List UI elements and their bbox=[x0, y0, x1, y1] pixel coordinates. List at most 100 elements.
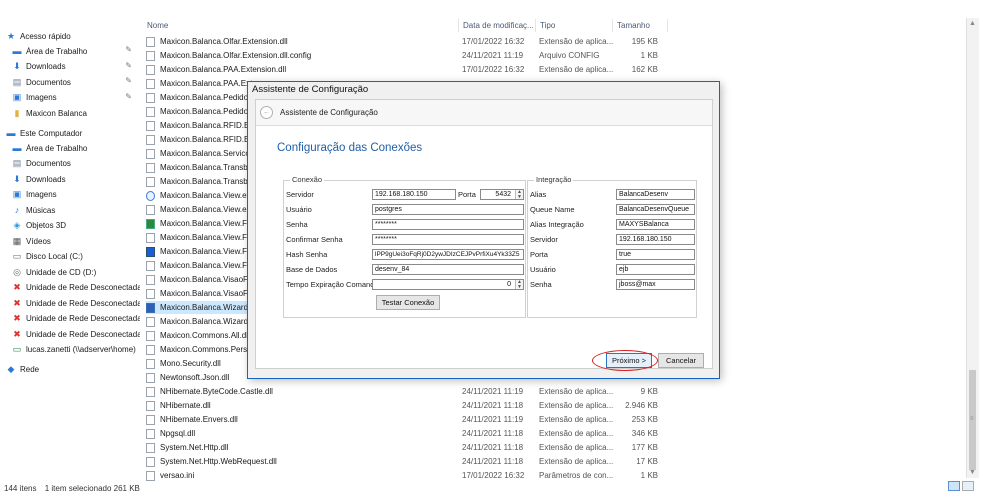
cancel-button[interactable]: Cancelar bbox=[658, 353, 704, 368]
nav-network[interactable]: ◆ Rede bbox=[6, 362, 140, 376]
server-label: Servidor bbox=[286, 190, 314, 199]
file-date: 24/11/2021 11:18 bbox=[462, 429, 524, 438]
column-header-label: Tipo bbox=[540, 21, 556, 30]
drive-icon: ▭ bbox=[12, 251, 22, 261]
file-row[interactable]: NHibernate.ByteCode.Castle.dll 24/11/2021… bbox=[146, 385, 666, 398]
nav-item[interactable]: ▤ Documentos ✎ bbox=[12, 75, 140, 89]
nav-item[interactable]: ◎ Unidade de CD (D:) bbox=[12, 265, 140, 279]
nav-item[interactable]: ▬ Área de Trabalho ✎ bbox=[12, 44, 140, 58]
port-stepper[interactable]: 5432 ▲ ▼ bbox=[480, 189, 524, 200]
column-header-name[interactable]: Nome bbox=[143, 19, 459, 32]
file-size: 9 KB bbox=[640, 387, 658, 396]
column-header-size[interactable]: Tamanho bbox=[613, 19, 668, 32]
test-connection-button[interactable]: Testar Conexão bbox=[376, 295, 440, 310]
file-row[interactable]: System.Net.Http.WebRequest.dll 24/11/2021… bbox=[146, 455, 666, 468]
star-icon: ★ bbox=[6, 30, 16, 41]
file-row[interactable]: Maxicon.Balanca.Olfar.Extension.dll.conf… bbox=[146, 49, 666, 62]
integration-group: Integração Alias BalancaDesenv Queue Nam… bbox=[527, 175, 697, 318]
back-arrow-icon[interactable]: ← bbox=[260, 106, 273, 119]
nav-item[interactable]: ✖ Unidade de Rede Desconectada bbox=[12, 312, 140, 326]
spinner-arrows-icon[interactable]: ▲ ▼ bbox=[515, 280, 523, 289]
integration-user-input[interactable]: ejb bbox=[616, 264, 695, 275]
connection-group: Conexão Servidor 192.168.180.150 Porta 5… bbox=[283, 175, 526, 318]
vertical-scrollbar[interactable]: ▲ ≡ ▼ bbox=[966, 18, 979, 478]
queue-name-input[interactable]: BalancaDesenvQueue bbox=[616, 204, 695, 215]
column-header-type[interactable]: Tipo bbox=[536, 19, 613, 32]
user-input[interactable]: postgres bbox=[372, 204, 524, 215]
integration-server-input[interactable]: 192.168.180.150 bbox=[616, 234, 695, 245]
file-row[interactable]: Maxicon.Balanca.Olfar.Extension.dll 17/01… bbox=[146, 35, 666, 48]
large-icons-view-button[interactable] bbox=[962, 481, 974, 491]
file-icon bbox=[146, 176, 155, 187]
nav-label: lucas.zanetti (\\adserver\home) bbox=[26, 345, 136, 354]
details-view-button[interactable] bbox=[948, 481, 960, 491]
nav-label: Imagens bbox=[26, 190, 57, 199]
file-size: 195 KB bbox=[631, 37, 658, 46]
database-input[interactable]: desenv_84 bbox=[372, 264, 524, 275]
nav-item[interactable]: ▦ Vídeos bbox=[12, 234, 140, 248]
nav-label: Rede bbox=[20, 364, 40, 374]
file-icon bbox=[146, 134, 155, 145]
nav-item[interactable]: ▣ Imagens bbox=[12, 188, 140, 202]
file-icon bbox=[146, 162, 155, 173]
file-row[interactable]: NHibernate.Envers.dll 24/11/2021 11:19 Ext… bbox=[146, 413, 666, 426]
spinner-arrows-icon[interactable]: ▲ ▼ bbox=[515, 190, 523, 199]
server-input[interactable]: 192.168.180.150 bbox=[372, 189, 456, 200]
network-icon: ◆ bbox=[7, 363, 15, 374]
nav-quick-access[interactable]: ★ Acesso rápido bbox=[6, 29, 140, 43]
file-row[interactable]: Maxicon.Balanca.PAA.Extension.dll 17/01/2… bbox=[146, 63, 666, 76]
video-icon: ▦ bbox=[12, 235, 22, 246]
file-icon bbox=[146, 372, 155, 383]
file-type: Arquivo CONFIG bbox=[539, 51, 600, 60]
nav-item[interactable]: ▭ lucas.zanetti (\\adserver\home) bbox=[12, 343, 140, 357]
file-icon bbox=[146, 246, 155, 257]
file-row[interactable]: Npgsql.dll 24/11/2021 11:18 Extensão de ap… bbox=[146, 427, 666, 440]
file-size: 1 KB bbox=[640, 51, 658, 60]
file-row[interactable]: NHibernate.dll 24/11/2021 11:18 Extensão d… bbox=[146, 399, 666, 412]
status-bar: 144 itens 1 item selecionado 261 KB bbox=[4, 484, 146, 493]
integration-password-input[interactable]: jboss@max bbox=[616, 279, 695, 290]
scroll-up-icon[interactable]: ▲ bbox=[969, 20, 976, 27]
queue-name-label: Queue Name bbox=[530, 205, 575, 214]
nav-item[interactable]: ▭ Disco Local (C:) bbox=[12, 250, 140, 264]
file-icon bbox=[146, 400, 155, 411]
file-type: Extensão de aplica... bbox=[539, 387, 614, 396]
integration-password-label: Senha bbox=[530, 280, 552, 289]
password-input[interactable]: ******** bbox=[372, 219, 524, 230]
file-row[interactable]: versao.ini 17/01/2022 16:32 Parâmetros de … bbox=[146, 469, 666, 482]
nav-item[interactable]: ▮ Maxicon Balanca bbox=[12, 106, 140, 120]
nav-item[interactable]: ✖ Unidade de Rede Desconectada bbox=[12, 296, 140, 310]
timeout-stepper[interactable]: 0 ▲ ▼ bbox=[372, 279, 524, 290]
folder-icon: ▮ bbox=[14, 107, 20, 118]
file-icon bbox=[146, 330, 155, 341]
confirm-password-input[interactable]: ******** bbox=[372, 234, 524, 245]
file-date: 24/11/2021 11:19 bbox=[462, 415, 524, 424]
file-size: 2.946 KB bbox=[625, 401, 658, 410]
nav-this-pc[interactable]: ▬ Este Computador bbox=[6, 126, 140, 140]
nav-label: Área de Trabalho bbox=[26, 143, 88, 153]
nav-item[interactable]: ⬇ Downloads ✎ bbox=[12, 60, 140, 74]
nav-label: Downloads bbox=[26, 62, 66, 71]
file-row[interactable]: System.Net.Http.dll 24/11/2021 11:18 Exten… bbox=[146, 441, 666, 454]
integration-port-input[interactable]: true bbox=[616, 249, 695, 260]
nav-item[interactable]: ▣ Imagens ✎ bbox=[12, 91, 140, 105]
scroll-down-icon[interactable]: ▼ bbox=[969, 469, 976, 476]
nav-item[interactable]: ✖ Unidade de Rede Desconectada bbox=[12, 327, 140, 341]
next-button[interactable]: Próximo > bbox=[606, 353, 652, 368]
alias-input[interactable]: BalancaDesenv bbox=[616, 189, 695, 200]
file-size: 162 KB bbox=[631, 65, 658, 74]
image-icon: ▣ bbox=[12, 189, 22, 199]
nav-item[interactable]: ⬇ Downloads bbox=[12, 172, 140, 186]
nav-label: Unidade de Rede Desconectada bbox=[26, 314, 140, 323]
nav-item[interactable]: ◈ Objetos 3D bbox=[12, 219, 140, 233]
item-count: 144 itens bbox=[4, 484, 37, 493]
nav-item[interactable]: ✖ Unidade de Rede Desconectada bbox=[12, 281, 140, 295]
hash-input[interactable]: lPP9gUei3oFqRj0D2ywJDIzCEJPvPrfiXu4Yk33Z… bbox=[372, 249, 524, 260]
file-date: 17/01/2022 16:32 bbox=[462, 471, 525, 480]
file-name: System.Net.Http.dll bbox=[160, 443, 229, 452]
nav-item[interactable]: ♪ Músicas bbox=[12, 203, 140, 217]
alias-integration-input[interactable]: MAXYSBalanca bbox=[616, 219, 695, 230]
nav-item[interactable]: ▤ Documentos bbox=[12, 157, 140, 171]
column-header-date[interactable]: Data de modificaç... bbox=[459, 19, 536, 32]
nav-item[interactable]: ▬ Área de Trabalho bbox=[12, 141, 140, 155]
